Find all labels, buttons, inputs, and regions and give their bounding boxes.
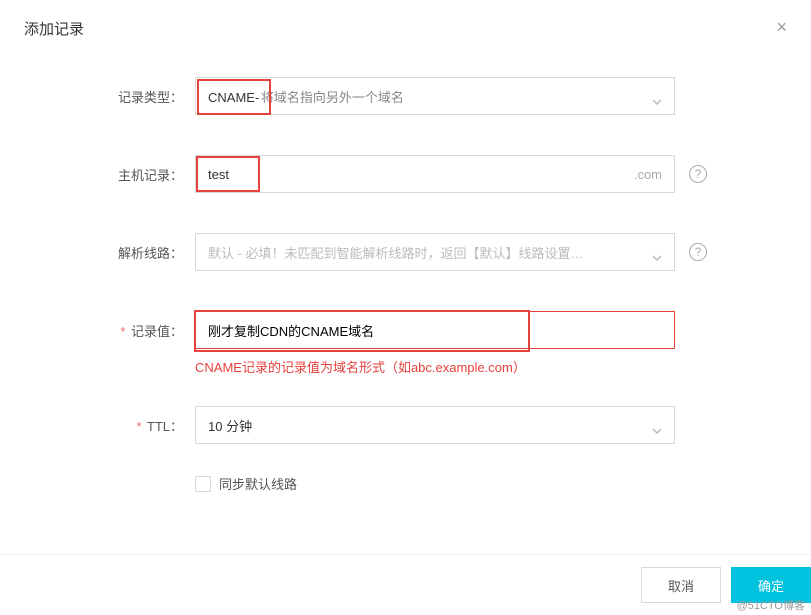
host-record-wrapper: .com — [195, 155, 675, 193]
row-record-type: 记录类型： CNAME- 将域名指向另外一个域名 — [0, 77, 811, 115]
modal-header: 添加记录 × — [0, 0, 811, 57]
record-value-error: CNAME记录的记录值为域名形式（如abc.example.com） — [195, 357, 675, 376]
host-record-input[interactable] — [196, 156, 634, 192]
ttl-text: 10 分钟 — [208, 416, 644, 435]
label-ttl: * TTL： — [0, 406, 195, 435]
control-resolution-line: 默认 - 必填！未匹配到智能解析线路时，返回【默认】线路设置… ? — [195, 233, 675, 271]
close-icon[interactable]: × — [776, 18, 787, 36]
row-host-record: 主机记录： .com ? — [0, 155, 811, 193]
row-sync-default: 同步默认线路 — [195, 474, 811, 493]
record-value-input-wrap — [195, 311, 675, 349]
host-record-suffix: .com — [634, 167, 674, 182]
label-resolution-line: 解析线路： — [0, 233, 195, 262]
control-ttl: 10 分钟 — [195, 406, 675, 444]
row-ttl: * TTL： 10 分钟 — [0, 406, 811, 444]
help-icon[interactable]: ? — [689, 243, 707, 261]
help-icon[interactable]: ? — [689, 165, 707, 183]
control-host-record: .com ? — [195, 155, 675, 193]
label-record-value: * 记录值： — [0, 311, 195, 340]
resolution-line-text: 默认 - 必填！未匹配到智能解析线路时，返回【默认】线路设置… — [208, 243, 644, 262]
control-record-type: CNAME- 将域名指向另外一个域名 — [195, 77, 675, 115]
modal-add-record: 添加记录 × 记录类型： CNAME- 将域名指向另外一个域名 主机记录： — [0, 0, 811, 615]
record-type-prefix: CNAME- — [208, 90, 263, 105]
record-type-rest: 将域名指向另外一个域名 — [261, 90, 404, 105]
sync-default-label: 同步默认线路 — [219, 474, 297, 493]
label-host-record: 主机记录： — [0, 155, 195, 184]
modal-body: 记录类型： CNAME- 将域名指向另外一个域名 主机记录： — [0, 57, 811, 493]
cancel-button[interactable]: 取消 — [641, 567, 721, 603]
modal-footer: 取消 确定 — [0, 554, 811, 615]
chevron-down-icon — [652, 422, 662, 428]
chevron-down-icon — [652, 249, 662, 255]
label-record-type: 记录类型： — [0, 77, 195, 106]
select-record-type[interactable]: CNAME- 将域名指向另外一个域名 — [195, 77, 675, 115]
watermark: @51CTO博客 — [737, 597, 805, 613]
select-record-type-text: CNAME- 将域名指向另外一个域名 — [208, 87, 644, 106]
control-record-value: CNAME记录的记录值为域名形式（如abc.example.com） — [195, 311, 675, 376]
chevron-down-icon — [652, 93, 662, 99]
row-record-value: * 记录值： CNAME记录的记录值为域名形式（如abc.example.com… — [0, 311, 811, 376]
select-resolution-line[interactable]: 默认 - 必填！未匹配到智能解析线路时，返回【默认】线路设置… — [195, 233, 675, 271]
row-resolution-line: 解析线路： 默认 - 必填！未匹配到智能解析线路时，返回【默认】线路设置… ? — [0, 233, 811, 271]
record-value-input[interactable] — [208, 312, 662, 348]
modal-title: 添加记录 — [24, 18, 787, 39]
sync-default-checkbox[interactable] — [195, 476, 211, 492]
select-ttl[interactable]: 10 分钟 — [195, 406, 675, 444]
